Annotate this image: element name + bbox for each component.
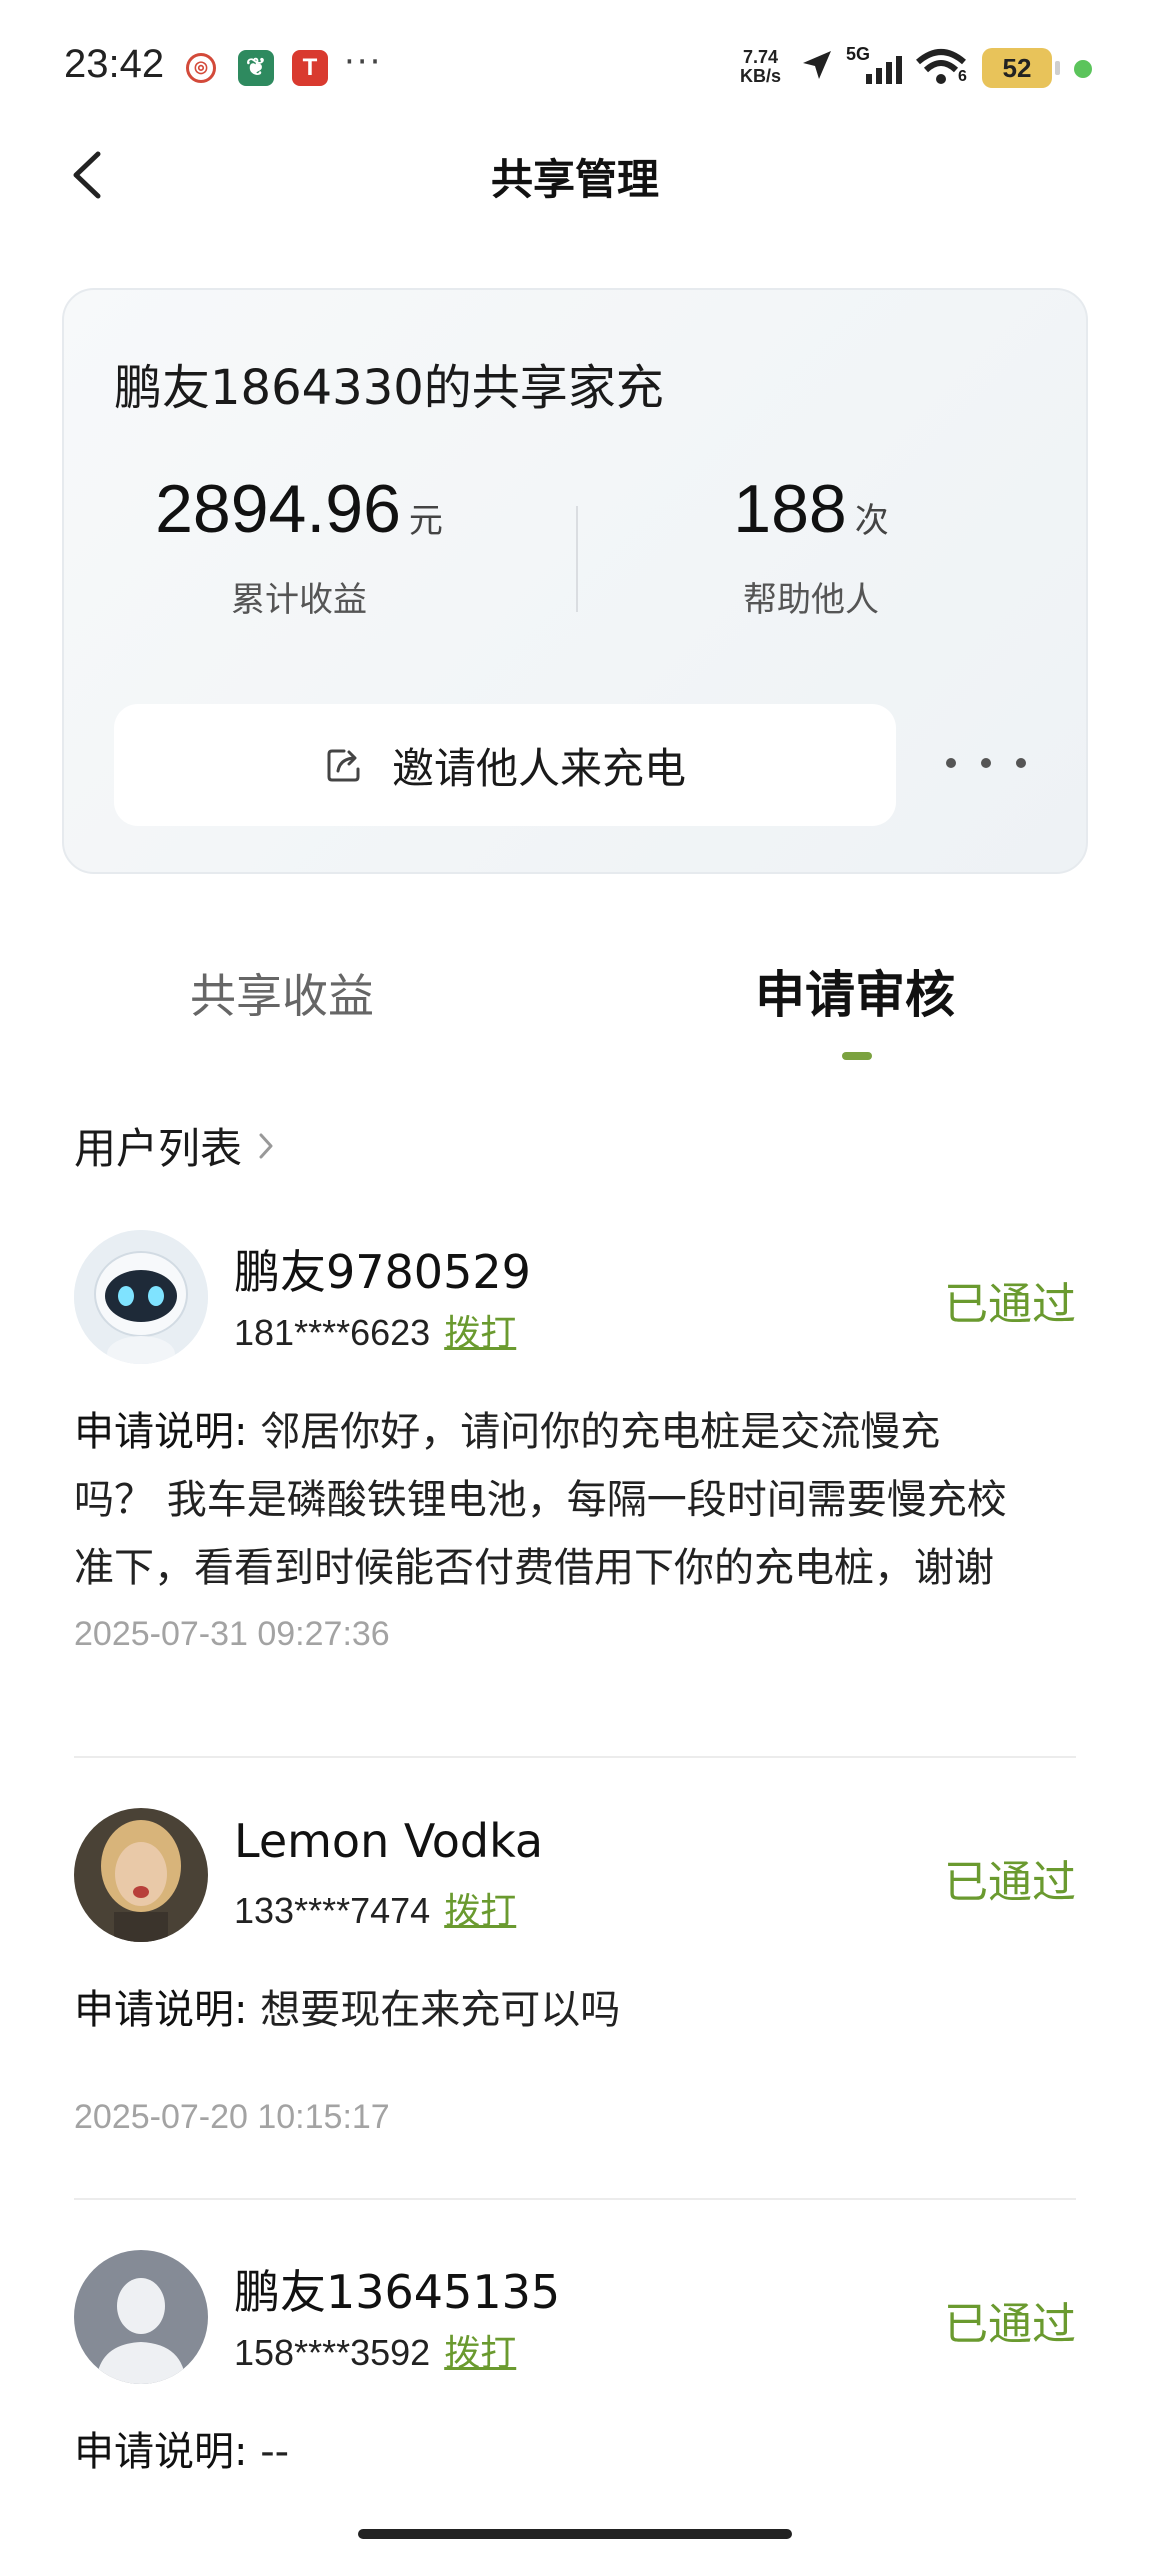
- user-name: 鹏友9780529: [234, 1245, 531, 1299]
- network-speed: 7.74 KB/s: [740, 48, 781, 86]
- page-title: 共享管理: [490, 155, 659, 204]
- status-time: 23:42: [64, 42, 165, 86]
- description-label: 申请说明:: [74, 2429, 248, 2475]
- signal-icon: [866, 56, 902, 84]
- entry-divider: [74, 1756, 1076, 1758]
- avatar: [74, 1230, 208, 1364]
- call-link[interactable]: 拨打: [444, 1313, 516, 1354]
- description-label: 申请说明:: [74, 1987, 248, 2033]
- earnings-label: 累计收益: [231, 580, 367, 620]
- more-dot-icon: [1016, 758, 1026, 768]
- home-indicator[interactable]: [358, 2529, 792, 2539]
- application-description: 申请说明: 想要现在来充可以吗: [74, 1976, 1084, 2044]
- user-list-label: 用户列表: [74, 1124, 243, 1173]
- status-approved: 已通过: [944, 2299, 1076, 2350]
- phone-number: 133****7474: [234, 1890, 431, 1931]
- description-label: 申请说明:: [74, 1409, 248, 1455]
- earnings-stat: 2894.96 元: [64, 470, 534, 548]
- application-description: 申请说明: --: [74, 2418, 1084, 2486]
- earnings-value: 2894.96: [155, 471, 401, 547]
- red-t-icon: T: [292, 50, 328, 86]
- user-name: 鹏友13645135: [234, 2265, 561, 2319]
- entry-divider: [74, 2198, 1076, 2200]
- status-bar: 23:42 ◎ ❦ T ··· 7.74 KB/s 5G 6 52: [0, 0, 1150, 130]
- more-options-button[interactable]: [946, 738, 1026, 788]
- privacy-dot-icon: [1074, 60, 1092, 78]
- user-phone: 133****7474 拨打: [234, 1882, 516, 1934]
- battery-indicator: 52: [982, 48, 1060, 88]
- charger-title: 鹏友1864330的共享家充: [114, 360, 664, 416]
- application-entry: 鹏友9780529 181****6623 拨打 已通过 申请说明: 邻居你好，请…: [74, 1230, 1076, 1690]
- description-text: 想要现在来充可以吗: [260, 1987, 621, 2033]
- tab-application-review[interactable]: 申请审核: [755, 955, 955, 1027]
- share-icon: [327, 749, 360, 782]
- invite-label: 邀请他人来充电: [391, 743, 686, 793]
- avatar: [74, 1808, 208, 1942]
- user-name: Lemon Vodka: [234, 1814, 544, 1868]
- user-list-link[interactable]: 用户列表: [74, 1115, 276, 1176]
- avatar: [74, 2250, 208, 2384]
- phone-number: 181****6623: [234, 1312, 431, 1353]
- helped-stat: 188 次: [576, 470, 1046, 548]
- more-dot-icon: [946, 758, 956, 768]
- tab-shared-earnings[interactable]: 共享收益: [190, 960, 374, 1026]
- red-seal-icon: ◎: [186, 53, 216, 83]
- call-link[interactable]: 拨打: [444, 1891, 516, 1932]
- summary-card: 鹏友1864330的共享家充 2894.96 元 累计收益 188 次 帮助他人 邀…: [62, 288, 1088, 874]
- helped-label: 帮助他人: [743, 580, 879, 620]
- status-approved: 已通过: [944, 1279, 1076, 1330]
- application-description: 申请说明: 邻居你好，请问你的充电桩是交流慢充 吗？ 我车是磷酸铁锂电池，每隔一…: [74, 1398, 1084, 1602]
- helped-value: 188: [733, 471, 847, 547]
- status-approved: 已通过: [944, 1857, 1076, 1908]
- network-speed-value: 7.74: [742, 47, 779, 67]
- application-time: 2025-07-20 10:15:17: [74, 2098, 390, 2136]
- more-dot-icon: [981, 758, 991, 768]
- user-phone: 158****3592 拨打: [234, 2324, 516, 2376]
- phone-number: 158****3592: [234, 2332, 431, 2373]
- invite-button[interactable]: 邀请他人来充电: [114, 704, 896, 826]
- wifi-generation: 6: [958, 68, 967, 85]
- description-text: --: [260, 2429, 290, 2475]
- network-speed-unit: KB/s: [740, 66, 782, 86]
- description-line: 邻居你好，请问你的充电桩是交流慢充: [260, 1409, 941, 1455]
- application-entry: 鹏友13645135 158****3592 拨打 已通过 申请说明: --: [74, 2250, 1076, 2490]
- description-line: 吗？ 我车是磷酸铁锂电池，每隔一段时间需要慢充校: [74, 1477, 1007, 1523]
- description-line: 准下，看看到时候能否付费借用下你的充电桩，谢谢: [74, 1545, 994, 1591]
- helped-unit: 次: [854, 501, 889, 541]
- default-user-avatar-icon: [74, 2250, 208, 2384]
- chevron-right-icon: [259, 1133, 273, 1158]
- more-notifications-icon: ···: [344, 42, 383, 82]
- application-time: 2025-07-31 09:27:36: [74, 1615, 390, 1653]
- robot-avatar-icon: [74, 1230, 208, 1364]
- earnings-unit: 元: [408, 501, 443, 541]
- photo-avatar-icon: [74, 1808, 208, 1942]
- active-tab-indicator: [842, 1052, 872, 1060]
- application-entry: Lemon Vodka 133****7474 拨打 已通过 申请说明: 想要现在…: [74, 1808, 1076, 2168]
- user-phone: 181****6623 拨打: [234, 1304, 516, 1356]
- green-leaf-icon: ❦: [238, 50, 274, 86]
- location-arrow-icon: [803, 51, 831, 79]
- call-link[interactable]: 拨打: [444, 2333, 516, 2374]
